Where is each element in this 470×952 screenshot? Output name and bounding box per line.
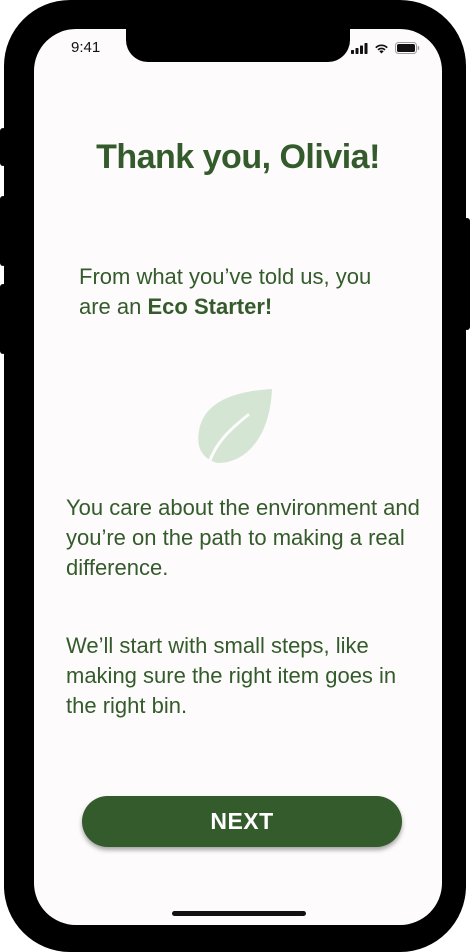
page-title: Thank you, Olivia! <box>96 138 380 176</box>
status-time: 9:41 <box>71 39 101 56</box>
wifi-icon <box>374 41 389 59</box>
home-indicator[interactable] <box>172 911 306 916</box>
notch <box>126 29 350 62</box>
description-paragraph: You care about the environment and you’r… <box>66 495 420 580</box>
phone-frame: 9:41 Thank you, Olivia! From what you’ve… <box>4 0 466 952</box>
next-button[interactable]: NEXT <box>82 796 402 847</box>
leaf-icon <box>196 387 274 465</box>
phone-device: 9:41 Thank you, Olivia! From what you’ve… <box>0 0 470 952</box>
next-steps-paragraph: We’ll start with small steps, like makin… <box>66 633 397 718</box>
cellular-signal-icon <box>351 41 368 59</box>
screen: 9:41 Thank you, Olivia! From what you’ve… <box>34 29 442 925</box>
eco-level-label: Eco Starter! <box>147 294 273 319</box>
battery-icon <box>395 41 420 59</box>
result-intro: From what you’ve told us, you are an Eco… <box>79 262 409 322</box>
status-icons <box>351 41 420 59</box>
